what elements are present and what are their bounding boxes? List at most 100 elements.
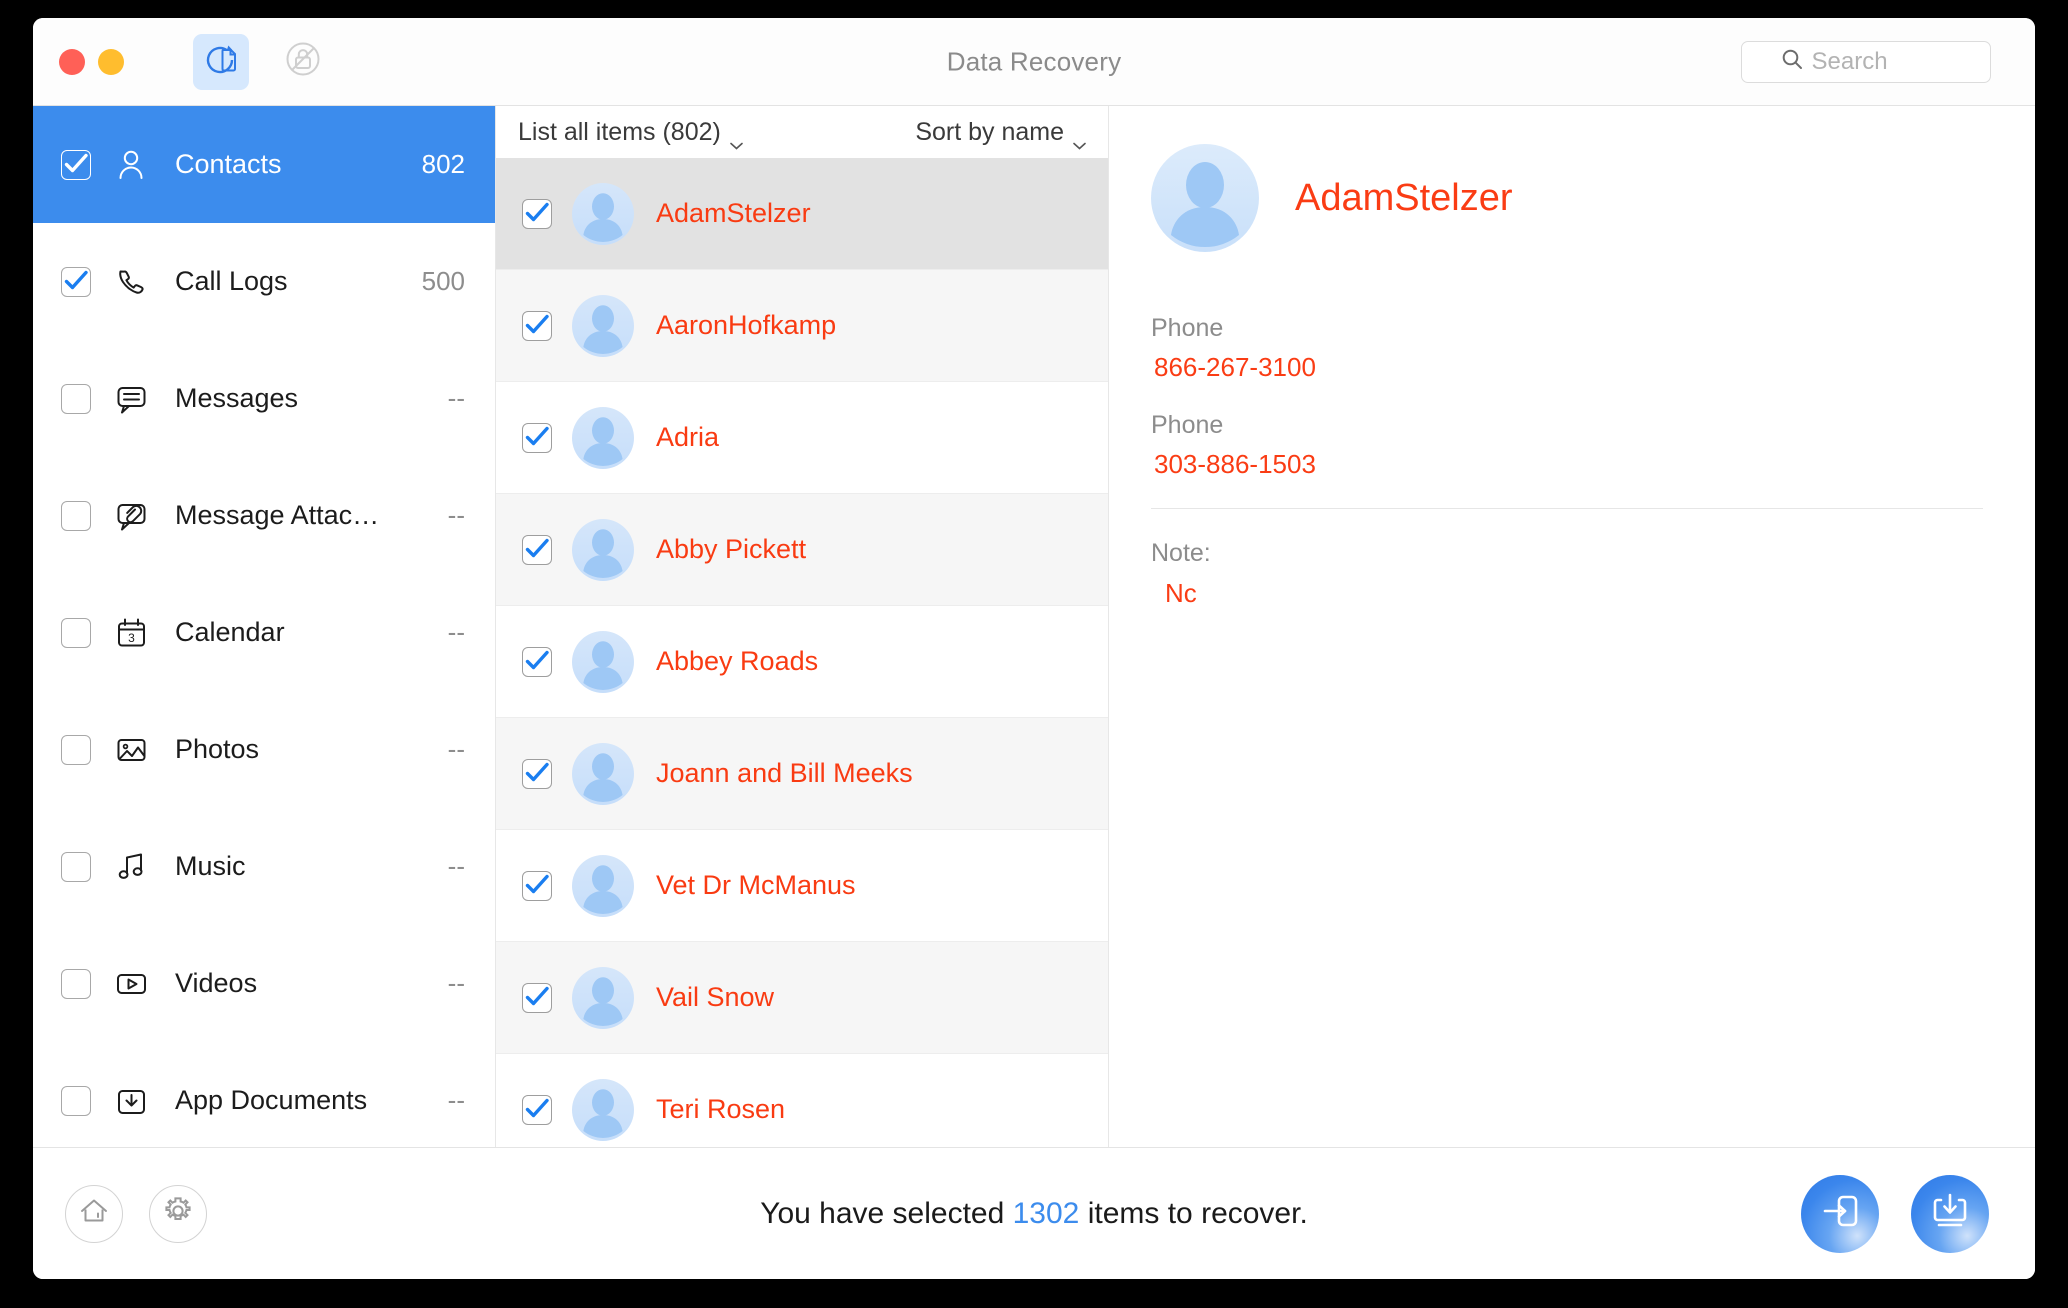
contact-checkbox[interactable] [522,1094,552,1125]
contact-checkbox[interactable] [522,198,552,229]
sidebar-checkbox[interactable] [61,500,91,531]
contact-list-column: List all items (802) Sort by name AdamSt… [496,106,1109,1147]
sidebar-item-count: -- [447,500,465,530]
note-value: Nc [1165,578,1197,608]
sidebar-item-label: Messages [175,383,299,413]
action-buttons [1801,1174,1989,1253]
settings-button[interactable] [149,1184,207,1243]
sidebar-checkbox[interactable] [61,617,91,648]
list-filter-label: List all items (802) [518,117,721,146]
sidebar-item-messages[interactable]: Messages -- [33,340,495,457]
contact-row[interactable]: Abbey Roads [496,606,1108,718]
field-label: Phone [1151,411,1224,439]
arrow-into-phone-icon [1818,1189,1862,1238]
sidebar-checkbox[interactable] [61,734,91,765]
recover-to-device-button[interactable] [1801,1174,1879,1253]
detail-fields: Phone 866-267-3100 Phone 303-886-1503 [1151,314,1983,480]
contact-detail-panel: AdamStelzer Phone 866-267-3100 Phone 303-88… [1109,106,2035,1147]
contact-list[interactable]: AdamStelzer AaronHofkamp Adria Abby Pick… [496,158,1108,1147]
title-bar: Data Recovery [33,18,2035,106]
contact-row[interactable]: Vet Dr McManus [496,830,1108,942]
contact-row[interactable]: AdamStelzer [496,158,1108,270]
list-header: List all items (802) Sort by name [496,106,1108,158]
home-button[interactable] [65,1184,123,1243]
contact-name: Teri Rosen [656,1094,786,1124]
home-icon [78,1195,110,1232]
contact-name: Vet Dr McManus [656,870,856,900]
contact-name: Adria [656,422,720,452]
contact-name: AaronHofkamp [656,310,837,340]
attachment-icon [109,493,155,539]
contact-checkbox[interactable] [522,870,552,901]
contact-name: Abbey Roads [656,646,819,676]
contact-row[interactable]: AaronHofkamp [496,270,1108,382]
contact-row[interactable]: Teri Rosen [496,1054,1108,1147]
contact-checkbox[interactable] [522,422,552,453]
detail-header: AdamStelzer [1151,144,1983,252]
sort-dropdown[interactable]: Sort by name [915,117,1086,150]
photo-icon [109,727,155,773]
chevron-down-icon [730,128,743,150]
chevron-down-icon [1073,128,1086,150]
app-document-icon [109,1078,155,1124]
sidebar-item-count: 500 [421,266,465,296]
contact-checkbox[interactable] [522,758,552,789]
status-prefix: You have selected [760,1196,1013,1230]
sidebar-item-videos[interactable]: Videos -- [33,925,495,1042]
contact-row[interactable]: Vail Snow [496,942,1108,1054]
sidebar-item-count: -- [447,734,465,764]
sort-label: Sort by name [915,117,1064,146]
search-box[interactable] [1741,40,1991,83]
contact-row[interactable]: Abby Pickett [496,494,1108,606]
detail-contact-name: AdamStelzer [1295,176,1513,219]
contact-name: Vail Snow [656,982,775,1012]
search-input[interactable] [1811,47,1952,76]
contact-checkbox[interactable] [522,982,552,1013]
sidebar-item-app-documents[interactable]: App Documents -- [33,1042,495,1147]
sidebar-item-contacts[interactable]: Contacts 802 [33,106,495,223]
footer-bar: You have selected 1302 items to recover. [33,1147,2035,1279]
sidebar-item-count: -- [447,617,465,647]
field-value: 866-267-3100 [1154,352,1316,382]
contact-row[interactable]: Adria [496,382,1108,494]
contact-checkbox[interactable] [522,534,552,565]
contact-name: Abby Pickett [656,534,807,564]
contact-row[interactable]: Joann and Bill Meeks [496,718,1108,830]
contact-checkbox[interactable] [522,310,552,341]
app-window: Data Recovery Contacts 802 Call Logs 500 M… [33,18,2035,1279]
person-icon [109,142,155,188]
sidebar-item-call-logs[interactable]: Call Logs 500 [33,223,495,340]
phone-icon [109,259,155,305]
download-to-computer-icon [1928,1189,1972,1238]
sidebar[interactable]: Contacts 802 Call Logs 500 Messages -- Mess… [33,106,496,1147]
field-label: Phone [1151,314,1224,342]
gear-icon [162,1195,194,1232]
contact-name: Joann and Bill Meeks [656,758,913,788]
sidebar-item-label: Call Logs [175,266,288,296]
sidebar-item-count: -- [447,1085,465,1115]
sidebar-checkbox[interactable] [61,1085,91,1116]
contact-checkbox[interactable] [522,646,552,677]
contact-avatar [572,854,634,917]
calendar-icon: 3 [109,610,155,656]
sidebar-item-label: Message Attac… [175,500,380,530]
sidebar-item-photos[interactable]: Photos -- [33,691,495,808]
contact-avatar [572,182,634,245]
contact-name: AdamStelzer [656,198,811,228]
sidebar-checkbox[interactable] [61,383,91,414]
sidebar-checkbox[interactable] [61,968,91,999]
window-title: Data Recovery [946,46,1122,76]
recover-to-computer-button[interactable] [1911,1174,1989,1253]
list-filter-dropdown[interactable]: List all items (802) [518,117,743,150]
sidebar-checkbox[interactable] [61,149,91,180]
message-icon [109,376,155,422]
sidebar-item-calendar[interactable]: 3 Calendar -- [33,574,495,691]
contact-avatar [572,742,634,805]
sidebar-item-message-attac[interactable]: Message Attac… -- [33,457,495,574]
sidebar-item-music[interactable]: Music -- [33,808,495,925]
sidebar-item-label: Music [175,851,246,881]
sidebar-checkbox[interactable] [61,266,91,297]
sidebar-checkbox[interactable] [61,851,91,882]
video-icon [109,961,155,1007]
contact-avatar [572,294,634,357]
